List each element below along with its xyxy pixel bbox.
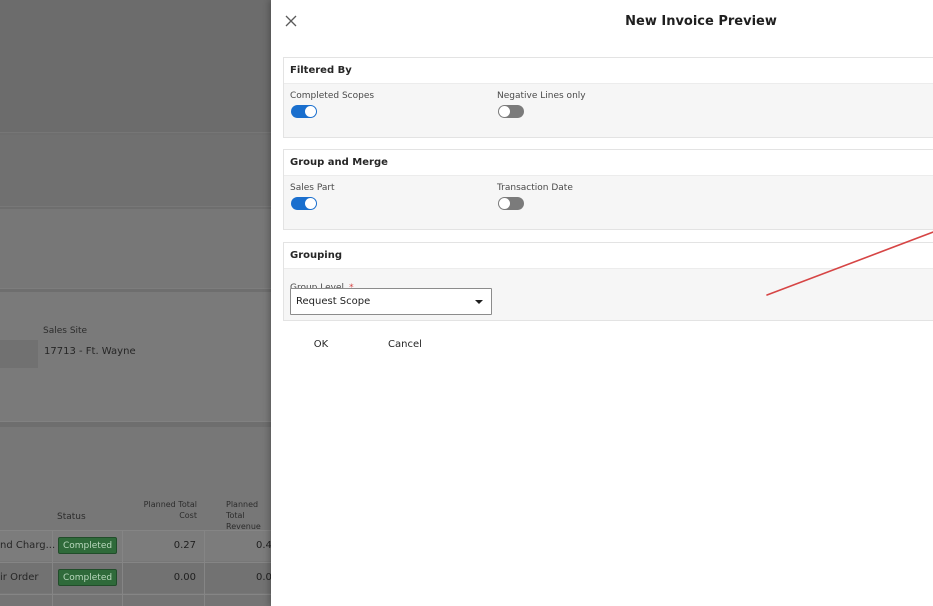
toggle-knob <box>305 106 316 117</box>
planned-total-revenue-header: Planned Total Revenue <box>226 500 261 531</box>
new-invoice-preview-panel: New Invoice Preview Filtered By Complete… <box>271 0 933 606</box>
status-column-header: Status <box>57 512 86 522</box>
transaction-date-toggle[interactable] <box>498 197 524 210</box>
section-title: Group and Merge <box>284 150 933 176</box>
transaction-date-label: Transaction Date <box>497 183 573 193</box>
toggle-knob <box>499 198 510 209</box>
filtered-by-section: Filtered By Completed Scopes Negative Li… <box>283 57 933 138</box>
group-level-value: Request Scope <box>296 296 371 307</box>
sales-site-label: Sales Site <box>43 326 88 336</box>
status-badge: Completed <box>58 569 118 586</box>
close-icon[interactable] <box>283 13 299 29</box>
group-level-select[interactable]: Request Scope <box>290 288 492 315</box>
transaction-date-field: Transaction Date <box>497 183 573 193</box>
planned-cost-value: 0.00 <box>173 572 196 583</box>
table-row <box>0 594 271 606</box>
planned-revenue-value: 0.00 <box>256 572 271 583</box>
panel-title: New Invoice Preview <box>625 14 777 29</box>
toggle-knob <box>499 106 510 117</box>
sales-part-label: Sales Part <box>290 183 335 193</box>
negative-lines-only-toggle[interactable] <box>498 105 524 118</box>
background-field-box <box>0 340 38 368</box>
completed-scopes-field: Completed Scopes <box>290 91 374 101</box>
sales-part-toggle[interactable] <box>291 197 317 210</box>
planned-total-cost-header: Planned Total Cost <box>143 500 197 520</box>
negative-lines-only-label: Negative Lines only <box>497 91 586 101</box>
caret-down-icon <box>475 300 483 304</box>
planned-cost-value: 0.27 <box>173 540 196 551</box>
status-badge: Completed <box>58 537 118 554</box>
sales-site-value: 17713 - Ft. Wayne <box>44 346 136 357</box>
background-band <box>0 209 271 289</box>
background-page-overlay: Sales Site 17713 - Ft. Wayne Status Plan… <box>0 0 271 606</box>
background-band <box>0 135 271 207</box>
ok-button[interactable]: OK <box>284 333 358 357</box>
cancel-button[interactable]: Cancel <box>368 333 442 357</box>
row-description: ir Order <box>0 572 39 583</box>
background-header-band <box>0 0 271 133</box>
toggle-knob <box>305 198 316 209</box>
background-detail-band <box>0 292 271 422</box>
row-description: nd Charg... <box>0 540 56 551</box>
section-title: Filtered By <box>284 58 933 84</box>
sales-part-field: Sales Part <box>290 183 335 193</box>
column-separator <box>122 530 123 606</box>
planned-revenue-value: 0.41 <box>256 540 271 551</box>
column-separator <box>204 530 205 606</box>
completed-scopes-label: Completed Scopes <box>290 91 375 101</box>
negative-lines-only-field: Negative Lines only <box>497 91 586 101</box>
annotation-line <box>766 231 933 296</box>
completed-scopes-toggle[interactable] <box>291 105 317 118</box>
